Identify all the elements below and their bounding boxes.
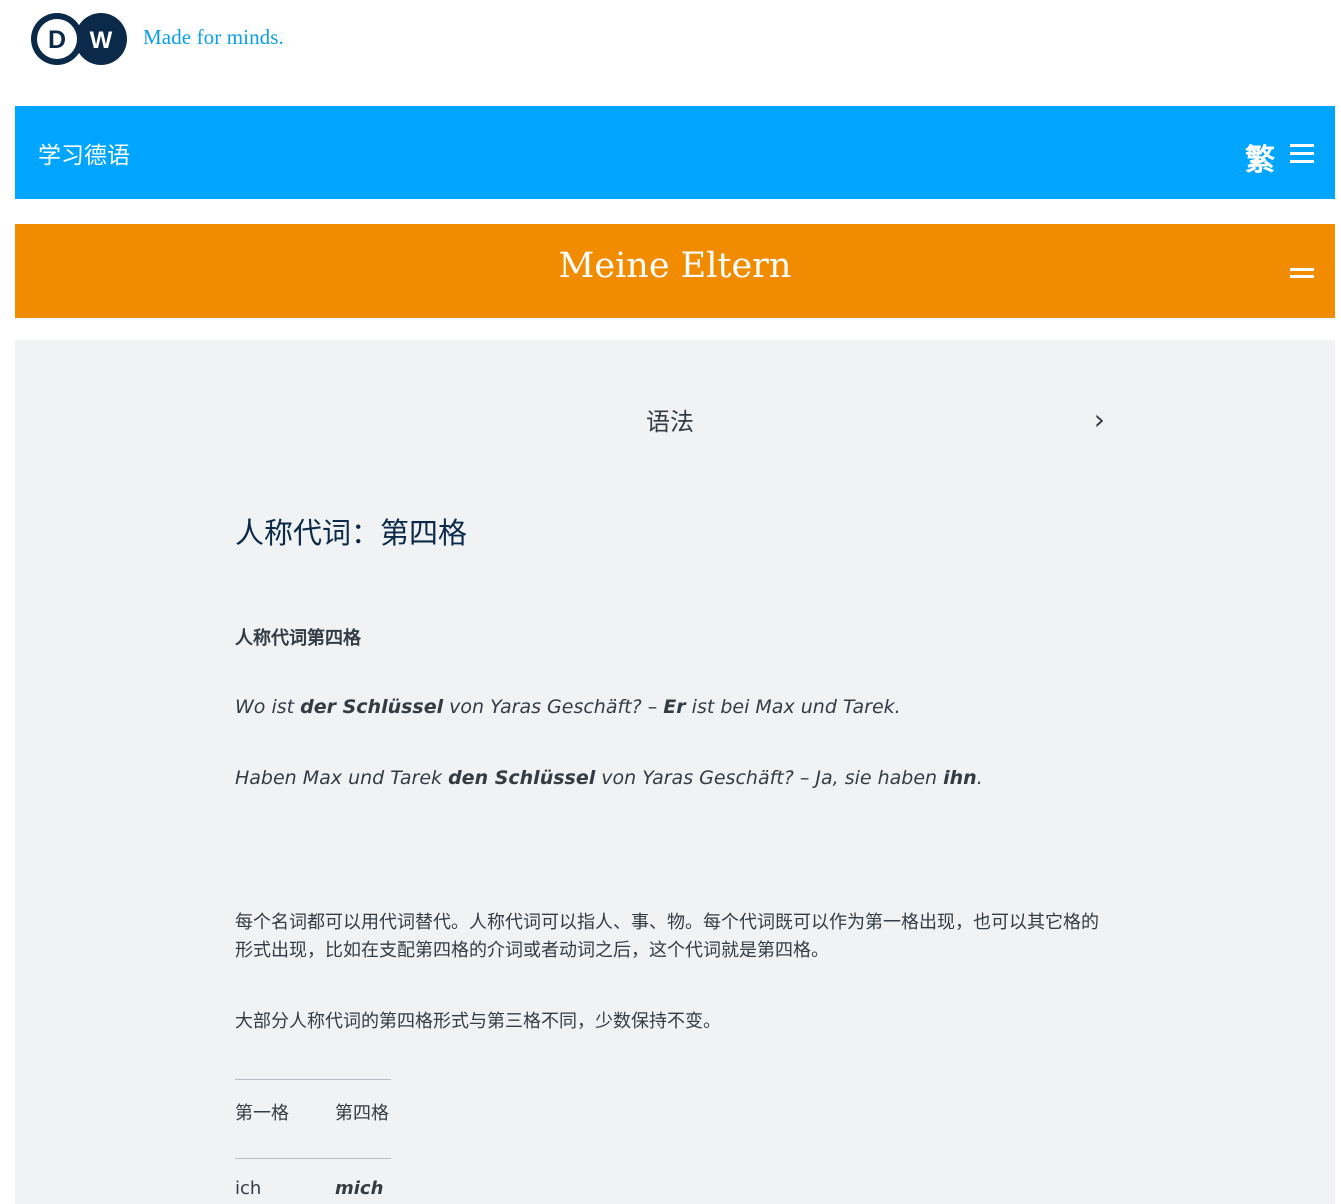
cell-accusative: mich — [335, 1178, 384, 1199]
cell-nominative: ich — [235, 1178, 262, 1199]
example-text: ist bei Max und Tarek. — [685, 696, 901, 718]
hamburger-menu-icon[interactable] — [1290, 144, 1314, 164]
explanation-paragraph-1: 每个名词都可以用代词替代。人称代词可以指人、事、物。每个代词既可以作为第一格出现… — [235, 912, 1099, 961]
example-sentence-1: Wo ist der Schlüssel von Yaras Geschäft?… — [235, 696, 901, 718]
traditional-chinese-switch[interactable]: 繁 — [1245, 135, 1275, 179]
chevron-right-icon[interactable]: › — [1094, 403, 1105, 436]
example-bold: ihn — [943, 767, 977, 789]
section-label: 语法 — [646, 408, 694, 436]
lesson-bar: Meine Eltern — [15, 224, 1335, 318]
article-title: 人称代词：第四格 — [235, 516, 468, 550]
table-row: ich mich — [235, 1158, 391, 1204]
lesson-title: Meine Eltern — [558, 246, 792, 286]
section-nav-grammar[interactable]: 语法 › — [235, 400, 1105, 440]
example-text: von Yaras Geschäft? – Ja, sie haben — [595, 767, 944, 789]
svg-text:W: W — [90, 27, 113, 54]
example-sentence-2: Haben Max und Tarek den Schlüssel von Ya… — [235, 767, 983, 789]
example-text: Haben Max und Tarek — [235, 767, 449, 789]
main-navbar: 学习德语 繁 — [15, 106, 1335, 199]
table-header-row: 第一格 第四格 — [235, 1079, 391, 1158]
header-accusative: 第四格 — [335, 1103, 389, 1124]
svg-text:D: D — [48, 26, 66, 54]
main-content: 语法 › 人称代词：第四格 人称代词第四格 Wo ist der Schlüss… — [15, 340, 1335, 1204]
header-nominative: 第一格 — [235, 1103, 289, 1124]
page: D W Made for minds. 学习德语 繁 Meine Eltern … — [0, 0, 1341, 1204]
site-header: D W Made for minds. — [0, 0, 1341, 106]
example-bold: Er — [663, 696, 686, 718]
lesson-menu-icon[interactable] — [1290, 268, 1314, 280]
example-bold: der Schlüssel — [300, 696, 444, 718]
tagline: Made for minds. — [143, 25, 284, 49]
nav-title-learn-german[interactable]: 学习德语 — [38, 136, 130, 170]
example-bold: den Schlüssel — [448, 767, 596, 789]
grammar-article: 人称代词：第四格 人称代词第四格 Wo ist der Schlüssel vo… — [235, 510, 1115, 1199]
dw-logo[interactable]: D W — [31, 11, 129, 67]
article-subheading: 人称代词第四格 — [235, 628, 361, 649]
pronoun-table: 第一格 第四格 ich mich — [235, 1079, 391, 1204]
example-text: Wo ist — [235, 696, 301, 718]
example-text: von Yaras Geschäft? – — [443, 696, 664, 718]
example-text: . — [976, 767, 983, 789]
explanation-paragraph-2: 大部分人称代词的第四格形式与第三格不同，少数保持不变。 — [235, 1011, 721, 1032]
